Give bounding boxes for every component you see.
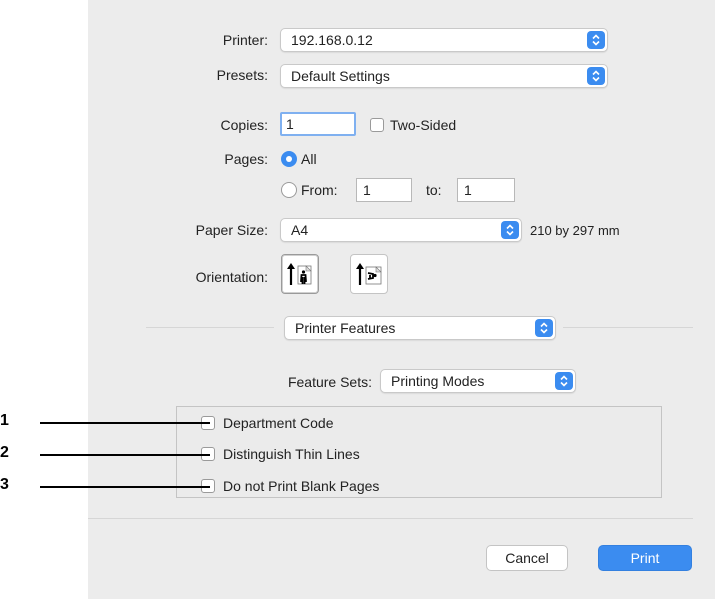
feature-sets-label: Feature Sets: bbox=[287, 374, 372, 390]
portrait-orientation-button[interactable] bbox=[281, 254, 319, 294]
paper-size-popup[interactable]: A4 bbox=[280, 218, 522, 242]
printer-value: 192.168.0.12 bbox=[291, 32, 373, 48]
pages-to-label: to: bbox=[426, 182, 442, 198]
callout-number-2: 2 bbox=[0, 444, 9, 461]
footer-divider bbox=[88, 518, 693, 519]
presets-label: Presets: bbox=[216, 67, 268, 83]
do-not-print-blank-pages-label: Do not Print Blank Pages bbox=[223, 478, 380, 494]
callout-line-2 bbox=[40, 454, 210, 456]
popup-stepper-icon bbox=[535, 319, 553, 337]
landscape-icon bbox=[356, 263, 382, 285]
feature-sets-popup[interactable]: Printing Modes bbox=[380, 369, 576, 393]
section-menu-value: Printer Features bbox=[295, 320, 396, 336]
popup-stepper-icon bbox=[587, 67, 605, 85]
distinguish-thin-lines-label: Distinguish Thin Lines bbox=[223, 446, 360, 462]
popup-stepper-icon bbox=[587, 31, 605, 49]
print-dialog: Printer: 192.168.0.12 Presets: Default S… bbox=[88, 0, 715, 599]
pages-from-label: From: bbox=[301, 182, 338, 198]
landscape-orientation-button[interactable] bbox=[350, 254, 388, 294]
callout-line-3 bbox=[40, 486, 210, 488]
presets-value: Default Settings bbox=[291, 68, 390, 84]
section-divider-left bbox=[146, 327, 274, 328]
copies-field[interactable]: 1 bbox=[280, 112, 356, 136]
printer-popup[interactable]: 192.168.0.12 bbox=[280, 28, 608, 52]
pages-to-field[interactable]: 1 bbox=[457, 178, 515, 202]
two-sided-checkbox[interactable] bbox=[370, 118, 384, 132]
pages-all-label: All bbox=[301, 151, 317, 167]
popup-stepper-icon bbox=[555, 372, 573, 390]
callout-line-1 bbox=[40, 422, 210, 424]
pages-all-radio[interactable] bbox=[281, 151, 297, 167]
callout-number-1: 1 bbox=[0, 412, 9, 429]
feature-sets-value: Printing Modes bbox=[391, 373, 485, 389]
feature-options-box: Department Code Distinguish Thin Lines D… bbox=[176, 406, 662, 498]
orientation-label: Orientation: bbox=[195, 269, 268, 285]
print-button[interactable]: Print bbox=[598, 545, 692, 571]
section-divider-right bbox=[563, 327, 693, 328]
presets-popup[interactable]: Default Settings bbox=[280, 64, 608, 88]
paper-dimensions: 210 by 297 mm bbox=[530, 223, 620, 238]
copies-label: Copies: bbox=[220, 117, 268, 133]
popup-stepper-icon bbox=[501, 221, 519, 239]
paper-size-label: Paper Size: bbox=[195, 222, 268, 238]
cancel-button[interactable]: Cancel bbox=[486, 545, 568, 571]
callout-number-3: 3 bbox=[0, 476, 9, 493]
pages-to-value: 1 bbox=[464, 182, 472, 198]
pages-from-field[interactable]: 1 bbox=[356, 178, 412, 202]
pages-from-radio[interactable] bbox=[281, 182, 297, 198]
portrait-icon bbox=[287, 263, 312, 285]
copies-value: 1 bbox=[286, 116, 294, 132]
two-sided-label: Two-Sided bbox=[390, 117, 457, 133]
pages-label: Pages: bbox=[224, 151, 268, 167]
section-menu-popup[interactable]: Printer Features bbox=[284, 316, 556, 340]
paper-size-value: A4 bbox=[291, 222, 309, 238]
department-code-label: Department Code bbox=[223, 415, 334, 431]
printer-label: Printer: bbox=[222, 32, 268, 48]
pages-from-value: 1 bbox=[363, 182, 371, 198]
